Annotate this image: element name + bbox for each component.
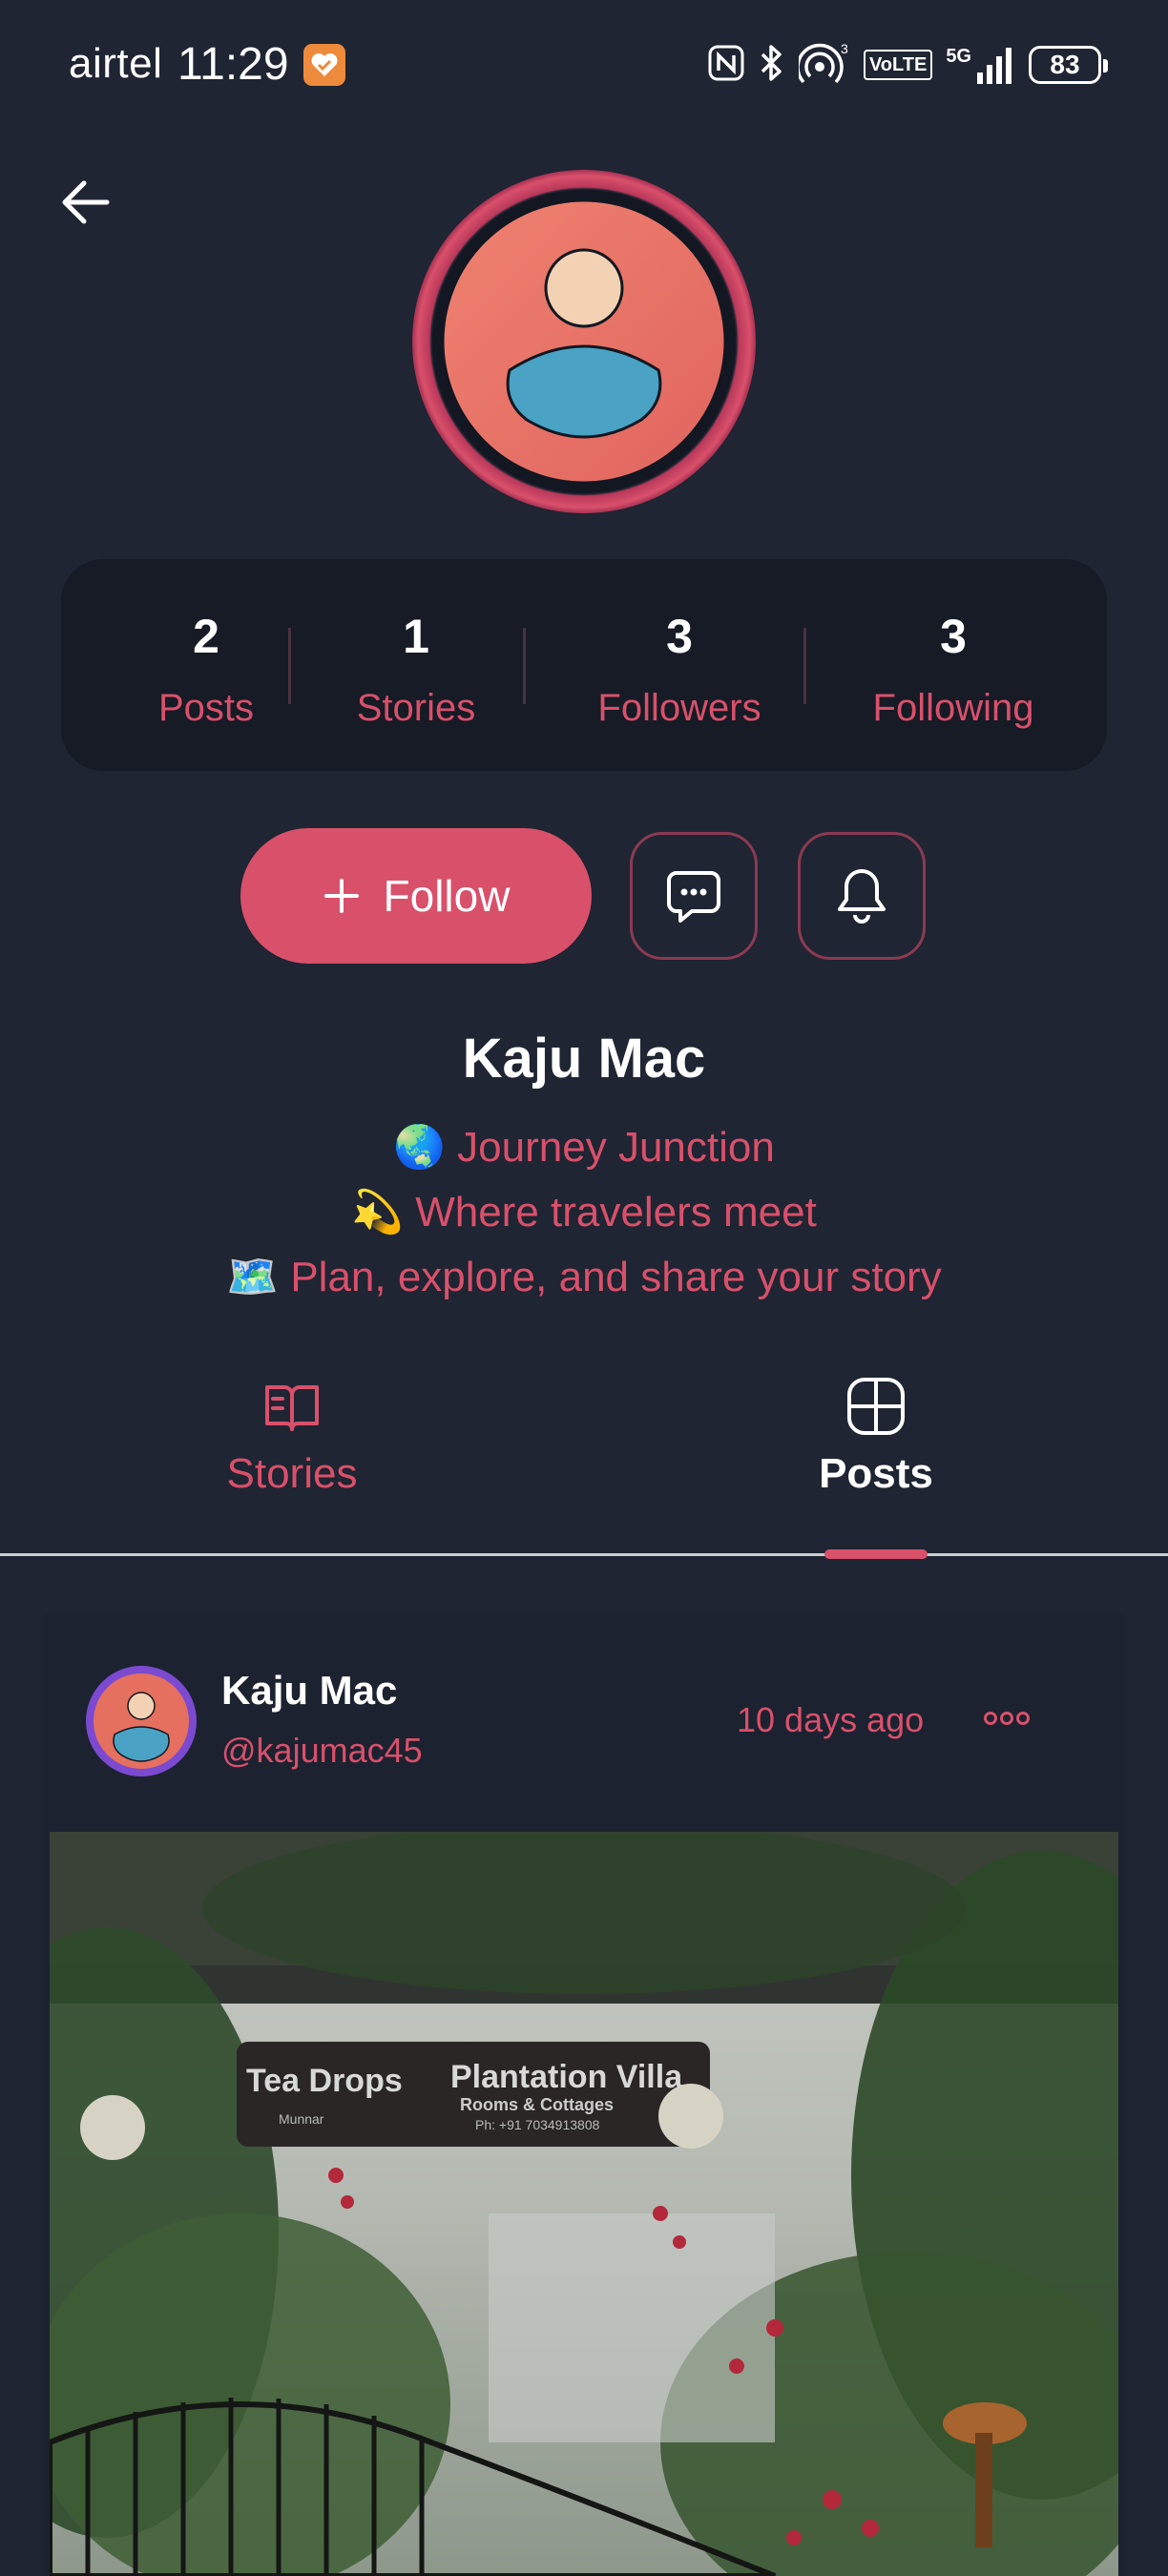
stat-value: 2 <box>193 610 219 663</box>
stat-divider <box>523 628 526 704</box>
user-avatar-icon <box>441 198 727 485</box>
post-options-button[interactable] <box>983 1704 1031 1733</box>
bell-icon <box>838 869 886 924</box>
post-author-name[interactable]: Kaju Mac <box>221 1668 397 1714</box>
profile-tabs: Stories Posts <box>0 1364 1168 1555</box>
bio-line: 💫 Where travelers meet <box>351 1189 817 1236</box>
stat-divider <box>288 628 291 704</box>
follow-label: Follow <box>383 871 511 921</box>
signal-icon: 5G <box>946 46 1015 84</box>
user-avatar-icon <box>94 1673 189 1769</box>
more-horizontal-icon <box>984 1712 1030 1725</box>
profile-stats-card: 2 Posts 1 Stories 3 Followers 3 Followin… <box>61 559 1107 771</box>
carrier-name: airtel <box>69 40 163 87</box>
nfc-icon <box>707 44 745 87</box>
profile-avatar[interactable] <box>412 170 756 513</box>
post-author-handle[interactable]: @kajumac45 <box>221 1731 423 1771</box>
stat-value: 3 <box>940 610 967 663</box>
post-image[interactable]: Tea Drops Munnar Plantation Villa Rooms … <box>50 1832 1118 2576</box>
follow-button[interactable]: Follow <box>240 828 592 964</box>
sign-phone: Ph: +91 7034913808 <box>475 2117 600 2132</box>
stat-label: Stories <box>356 687 476 729</box>
status-icons: 3 VoLTE 5G 83 <box>707 41 1108 89</box>
chat-icon <box>667 871 720 923</box>
stat-divider <box>803 628 806 704</box>
book-open-icon <box>265 1385 319 1431</box>
sign-left-sub: Munnar <box>279 2111 324 2127</box>
battery-indicator: 83 <box>1029 46 1108 84</box>
network-type: 5G <box>946 46 971 67</box>
profile-name: Kaju Mac <box>462 1028 706 1090</box>
tab-label: Posts <box>819 1450 933 1497</box>
notifications-button[interactable] <box>798 832 926 960</box>
post-author-avatar[interactable] <box>86 1666 197 1776</box>
sign-right-sub: Rooms & Cottages <box>460 2095 614 2114</box>
stat-label: Followers <box>597 687 761 729</box>
bio-line: 🌏 Journey Junction <box>393 1124 775 1171</box>
grid-icon <box>847 1378 905 1435</box>
post-timestamp: 10 days ago <box>737 1700 925 1739</box>
active-tab-indicator <box>824 1549 928 1559</box>
stat-posts[interactable]: 2 Posts <box>99 559 313 771</box>
back-button[interactable] <box>57 172 115 229</box>
bluetooth-icon <box>759 43 785 88</box>
sign-right-text: Plantation Villa <box>450 2059 683 2095</box>
tab-posts[interactable]: Posts <box>584 1364 1168 1555</box>
tab-label: Stories <box>226 1450 358 1497</box>
tab-stories[interactable]: Stories <box>0 1364 584 1555</box>
sign-left-text: Tea Drops <box>246 2063 403 2099</box>
stat-following[interactable]: 3 Following <box>815 559 1092 771</box>
bio-line: 🗺️ Plan, explore, and share your story <box>226 1254 942 1300</box>
plus-icon <box>323 879 359 913</box>
status-bar: airtel 11:29 3 VoLTE 5G 83 <box>0 0 1168 134</box>
volte-indicator: VoLTE <box>863 50 933 80</box>
stat-label: Posts <box>157 687 255 729</box>
hotspot-icon: 3 <box>796 41 850 89</box>
stat-stories[interactable]: 1 Stories <box>305 559 527 771</box>
hotspot-count: 3 <box>841 42 848 56</box>
status-time: 11:29 <box>177 39 289 90</box>
post-photo-illustration: Tea Drops Munnar Plantation Villa Rooms … <box>50 1832 1118 2576</box>
tabs-divider <box>0 1553 1168 1556</box>
message-button[interactable] <box>630 832 758 960</box>
stat-value: 3 <box>666 610 693 663</box>
arrow-left-icon <box>62 180 110 224</box>
stat-value: 1 <box>403 610 429 663</box>
stat-label: Following <box>872 687 1034 729</box>
stat-followers[interactable]: 3 Followers <box>538 559 821 771</box>
health-app-icon <box>303 44 345 86</box>
